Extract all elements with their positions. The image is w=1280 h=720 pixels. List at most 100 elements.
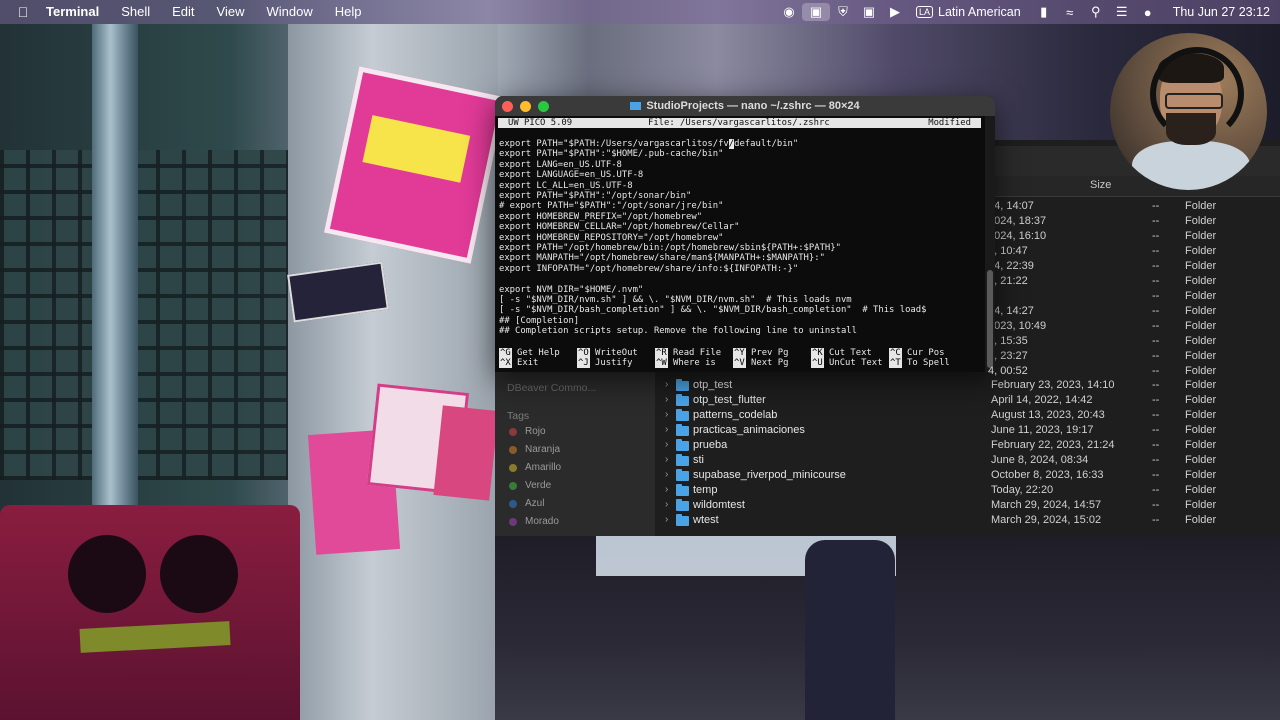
- file-size: --: [1152, 514, 1160, 526]
- wallpaper-character: [805, 540, 895, 720]
- terminal-scrollbar[interactable]: [985, 116, 995, 372]
- battery-icon[interactable]: ▮: [1031, 0, 1057, 24]
- file-kind: Folder: [1185, 305, 1217, 317]
- search-icon[interactable]: ⚲: [1083, 0, 1109, 24]
- shortcut-label: Prev Pg: [751, 348, 789, 358]
- shortcut-key: ^R: [655, 348, 668, 358]
- terminal-titlebar[interactable]: StudioProjects — nano ~/.zshrc — 80×24: [495, 96, 995, 116]
- control-center-icon[interactable]: ☰: [1109, 0, 1135, 24]
- shortcut-label: Exit: [517, 358, 539, 368]
- column-size[interactable]: Size: [1090, 179, 1111, 191]
- shortcut-where-is: ^W Where is: [655, 358, 716, 368]
- chevron-right-icon[interactable]: ›: [665, 409, 668, 420]
- file-size: --: [1152, 484, 1160, 496]
- file-row[interactable]: 4, 23:27 -- Folder: [980, 350, 1280, 365]
- tag-morado[interactable]: Morado: [509, 516, 559, 527]
- terminal-title: StudioProjects — nano ~/.zshrc — 80×24: [495, 96, 995, 116]
- menu-view[interactable]: View: [206, 0, 256, 24]
- chevron-right-icon[interactable]: ›: [665, 379, 668, 390]
- chevron-right-icon[interactable]: ›: [665, 484, 668, 495]
- chevron-right-icon[interactable]: ›: [665, 394, 668, 405]
- sidebar-item[interactable]: DBeaver Commo...: [507, 382, 596, 394]
- file-row[interactable]: 4, 15:35 -- Folder: [980, 335, 1280, 350]
- file-kind: Folder: [1185, 245, 1217, 257]
- code-line: export MANPATH="/opt/homebrew/share/man$…: [499, 253, 825, 264]
- file-kind: Folder: [1185, 484, 1217, 496]
- lock-icon[interactable]: ▣: [856, 0, 882, 24]
- file-kind: Folder: [1185, 215, 1217, 227]
- shortcut-key: ^C: [889, 348, 902, 358]
- file-row[interactable]: › wildomtest March 29, 2024, 14:57 -- Folder: [655, 499, 1280, 514]
- chevron-right-icon[interactable]: ›: [665, 454, 668, 465]
- file-row[interactable]: 3, 10:47 -- Folder: [980, 245, 1280, 260]
- chevron-right-icon[interactable]: ›: [665, 439, 668, 450]
- file-row[interactable]: › wtest March 29, 2024, 15:02 -- Folder: [655, 514, 1280, 529]
- file-row[interactable]: › patterns_codelab August 13, 2023, 20:43 -…: [655, 409, 1280, 424]
- file-row[interactable]: › practicas_animaciones June 11, 2023, 19:…: [655, 424, 1280, 439]
- menu-help[interactable]: Help: [324, 0, 373, 24]
- code-line: export HOMEBREW_PREFIX="/opt/homebrew": [499, 211, 703, 222]
- file-row[interactable]: 2024, 18:37 -- Folder: [980, 215, 1280, 230]
- chevron-right-icon[interactable]: ›: [665, 499, 668, 510]
- shortcut-writeout: ^O WriteOut: [577, 348, 638, 358]
- file-size: --: [1152, 454, 1160, 466]
- chevron-right-icon[interactable]: ›: [665, 514, 668, 525]
- shortcut-label: Next Pg: [751, 358, 789, 368]
- scrollbar-thumb[interactable]: [987, 270, 993, 368]
- tag-rojo[interactable]: Rojo: [509, 426, 546, 437]
- menu-app-name[interactable]: Terminal: [46, 0, 110, 24]
- play-icon[interactable]: ▶: [882, 0, 908, 24]
- chevron-right-icon[interactable]: ›: [665, 469, 668, 480]
- input-source-badge[interactable]: LA: [916, 6, 934, 18]
- folder-icon: [676, 454, 689, 466]
- terminal-window[interactable]: StudioProjects — nano ~/.zshrc — 80×24 U…: [495, 96, 995, 372]
- eye-icon[interactable]: ◉: [776, 0, 802, 24]
- shortcut-label: Cut Text: [829, 348, 872, 358]
- file-name: otp_test_flutter: [693, 394, 766, 406]
- tag-dot-icon: [509, 499, 517, 508]
- finder-sidebar: DBeaver Commo... Tags Rojo Naranja Amari…: [495, 370, 655, 536]
- tag-naranja[interactable]: Naranja: [509, 444, 560, 455]
- tag-amarillo[interactable]: Amarillo: [509, 462, 561, 473]
- tag-label: Naranja: [525, 444, 561, 455]
- file-row[interactable]: 4, 00:52 -- Folder: [980, 365, 1280, 380]
- file-row[interactable]: › temp Today, 22:20 -- Folder: [655, 484, 1280, 499]
- file-row[interactable]: -- Folder: [980, 290, 1280, 305]
- screen-record-icon[interactable]: ▣: [802, 3, 830, 21]
- file-row[interactable]: › prueba February 22, 2023, 21:24 -- Folder: [655, 439, 1280, 454]
- file-row[interactable]: 2023, 10:49 -- Folder: [980, 320, 1280, 335]
- file-row[interactable]: › otp_test February 23, 2023, 14:10 -- Folde…: [655, 379, 1280, 394]
- file-row[interactable]: › supabase_riverpod_minicourse October 8, …: [655, 469, 1280, 484]
- file-name: otp_test: [693, 379, 733, 391]
- nano-editor[interactable]: UW PICO 5.09 File: /Users/vargascarlitos…: [498, 116, 983, 372]
- chevron-right-icon[interactable]: ›: [665, 424, 668, 435]
- menubar-clock[interactable]: Thu Jun 27 23:12: [1173, 5, 1270, 19]
- file-row[interactable]: › otp_test_flutter April 14, 2022, 14:42 --…: [655, 394, 1280, 409]
- menu-window[interactable]: Window: [256, 0, 324, 24]
- file-row[interactable]: 24, 14:07 -- Folder: [980, 200, 1280, 215]
- input-source-label[interactable]: Latin American: [938, 5, 1021, 19]
- file-size: --: [1152, 320, 1160, 332]
- terminal-title-text: StudioProjects — nano ~/.zshrc — 80×24: [646, 100, 860, 112]
- file-kind: Folder: [1185, 394, 1217, 406]
- file-row[interactable]: 4, 21:22 -- Folder: [980, 275, 1280, 290]
- shortcut-key: ^K: [811, 348, 824, 358]
- tag-verde[interactable]: Verde: [509, 480, 551, 491]
- file-date: June 8, 2024, 08:34: [991, 454, 1089, 466]
- file-row[interactable]: 2024, 16:10 -- Folder: [980, 230, 1280, 245]
- siri-icon[interactable]: ●: [1135, 0, 1161, 24]
- shield-icon[interactable]: ⛨: [830, 0, 856, 24]
- menu-edit[interactable]: Edit: [161, 0, 205, 24]
- file-kind: Folder: [1185, 200, 1217, 212]
- file-row[interactable]: 24, 22:39 -- Folder: [980, 260, 1280, 275]
- file-row[interactable]: 24, 14:27 -- Folder: [980, 305, 1280, 320]
- file-row[interactable]: › sti June 8, 2024, 08:34 -- Folder: [655, 454, 1280, 469]
- apple-icon[interactable]: : [0, 4, 46, 20]
- file-kind: Folder: [1185, 290, 1217, 302]
- tag-azul[interactable]: Azul: [509, 498, 544, 509]
- shortcut-key: ^V: [733, 358, 746, 368]
- file-kind: Folder: [1185, 365, 1217, 377]
- menu-shell[interactable]: Shell: [110, 0, 161, 24]
- wifi-icon[interactable]: ≈: [1057, 0, 1083, 24]
- file-kind: Folder: [1185, 454, 1217, 466]
